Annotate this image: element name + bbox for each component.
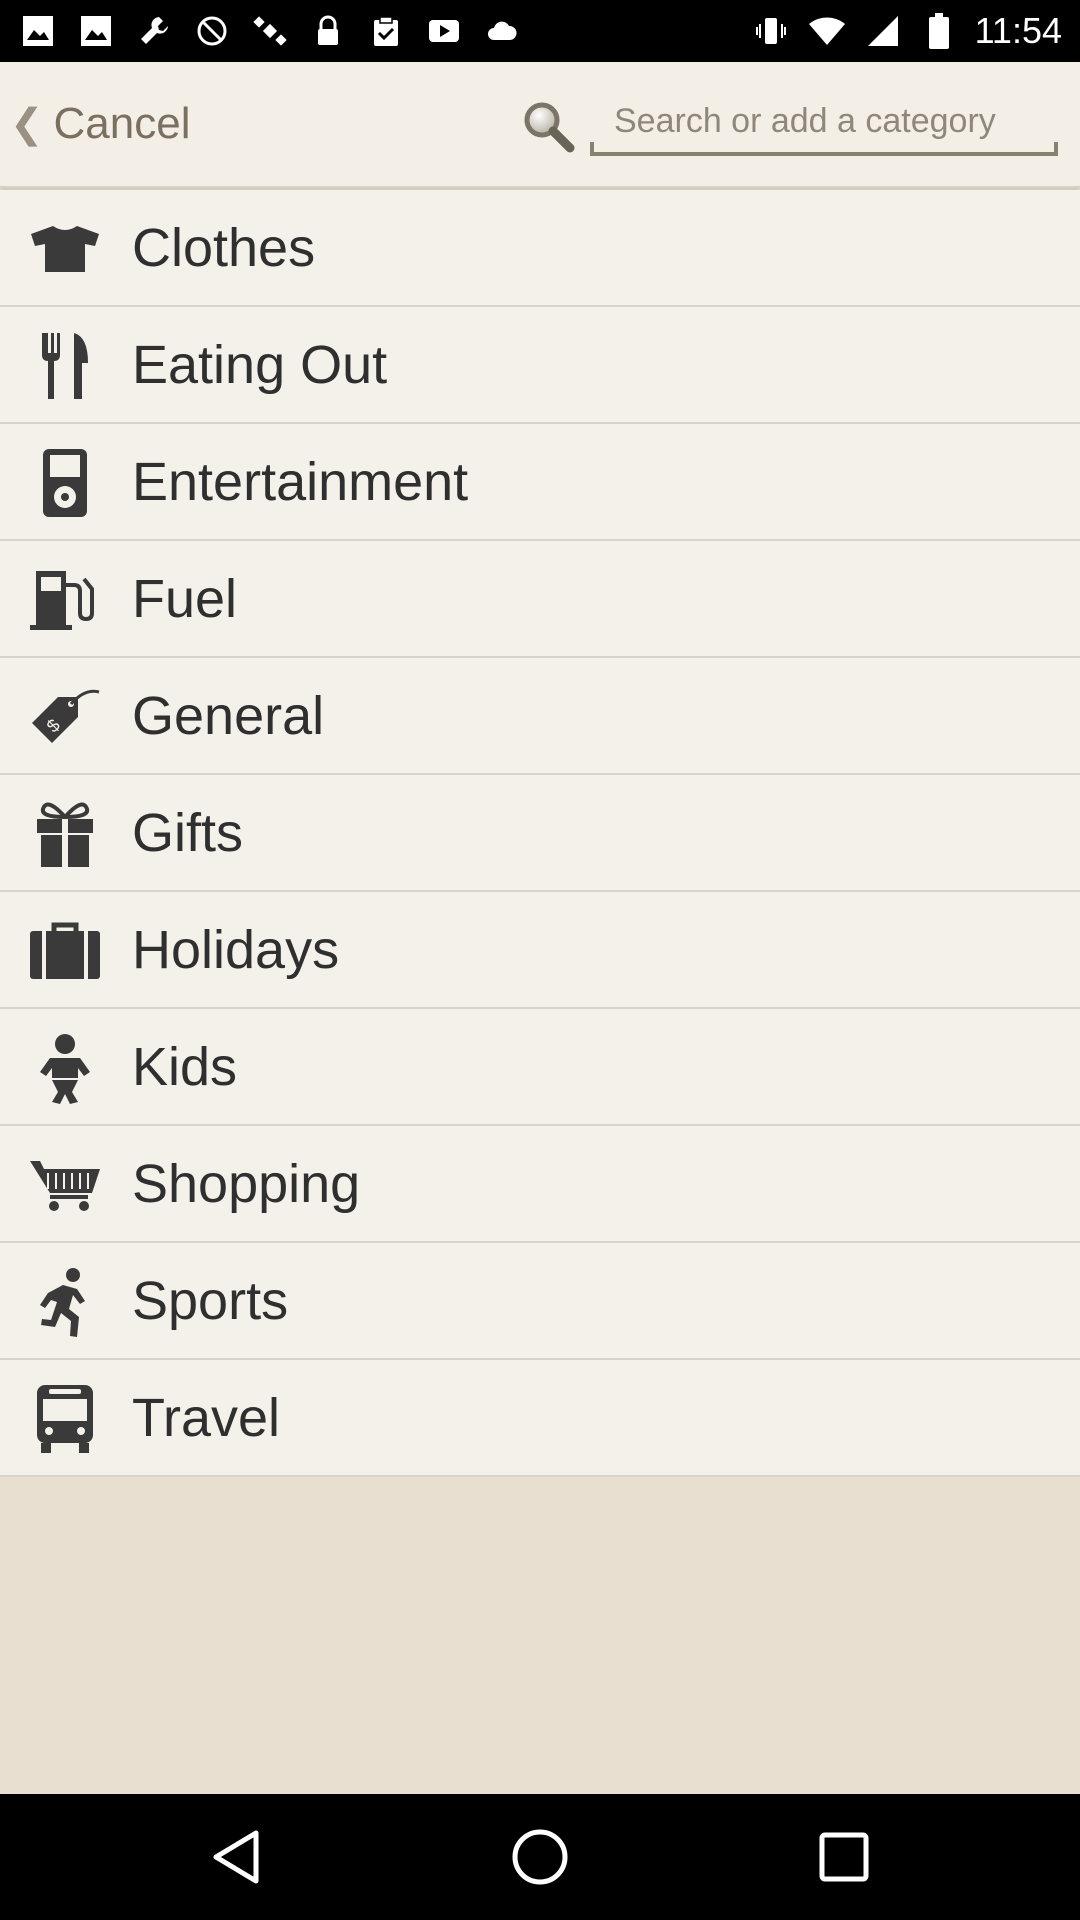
photo-icon [76,11,116,51]
category-label: Sports [132,1270,289,1331]
tshirt-icon [28,214,102,284]
cutlery-icon [28,331,102,401]
status-bar-system: 11:54 [751,10,1062,52]
category-label: General [132,685,325,746]
category-item-clothes[interactable]: Clothes [0,190,1080,307]
category-item-fuel[interactable]: Fuel [0,541,1080,658]
baby-icon [28,1033,102,1104]
category-item-general[interactable]: $ General [0,658,1080,775]
cancel-button[interactable]: ❮ Cancel [10,94,190,154]
wrench-icon [134,11,174,51]
cloud-icon [482,11,522,51]
home-icon[interactable] [510,1827,570,1887]
shopping-cart-icon [28,1150,102,1220]
wifi-icon [807,11,847,51]
signal-icon [863,11,903,51]
category-item-shopping[interactable]: Shopping [0,1126,1080,1243]
category-label: Kids [132,1036,238,1097]
cancel-label: Cancel [53,99,191,148]
category-label: Holidays [132,919,340,980]
clipboard-icon [366,11,406,51]
running-icon [28,1267,102,1337]
status-bar: 11:54 [0,0,1080,62]
bus-icon [28,1384,102,1454]
category-label: Gifts [132,802,244,863]
photo-icon [18,11,58,51]
category-picker-screen: ❮ Cancel Clothes Eating Out [0,62,1080,1794]
satellite-icon [250,11,290,51]
category-item-gifts[interactable]: Gifts [0,775,1080,892]
status-bar-notifications [18,10,522,52]
gift-icon [28,799,102,869]
category-item-kids[interactable]: Kids [0,1009,1080,1126]
category-list: Clothes Eating Out Entertainment Fuel $ … [0,190,1080,1477]
play-icon [424,11,464,51]
search-field [590,90,1058,156]
music-player-icon [28,448,102,518]
lock-icon [308,11,348,51]
category-label: Entertainment [132,451,469,512]
category-item-travel[interactable]: Travel [0,1360,1080,1477]
navigation-bar [0,1794,1080,1920]
search-input[interactable] [590,90,1058,152]
chevron-left-icon: ❮ [10,102,44,146]
battery-icon [919,11,959,51]
recents-icon[interactable] [814,1827,874,1887]
category-label: Eating Out [132,334,388,395]
price-tag-icon: $ [28,682,102,752]
category-label: Shopping [132,1153,361,1214]
category-item-eating-out[interactable]: Eating Out [0,307,1080,424]
suitcase-icon [28,916,102,986]
clock-time: 11:54 [974,10,1062,51]
vibrate-icon [751,11,791,51]
no-sync-icon [192,11,232,51]
category-item-sports[interactable]: Sports [0,1243,1080,1360]
category-label: Travel [132,1387,281,1448]
search-icon [520,98,576,154]
back-icon[interactable] [206,1827,266,1887]
fuel-pump-icon [28,565,102,635]
category-label: Clothes [132,217,316,278]
category-item-entertainment[interactable]: Entertainment [0,424,1080,541]
header-bar: ❮ Cancel [0,62,1080,188]
category-label: Fuel [132,568,238,629]
category-item-holidays[interactable]: Holidays [0,892,1080,1009]
